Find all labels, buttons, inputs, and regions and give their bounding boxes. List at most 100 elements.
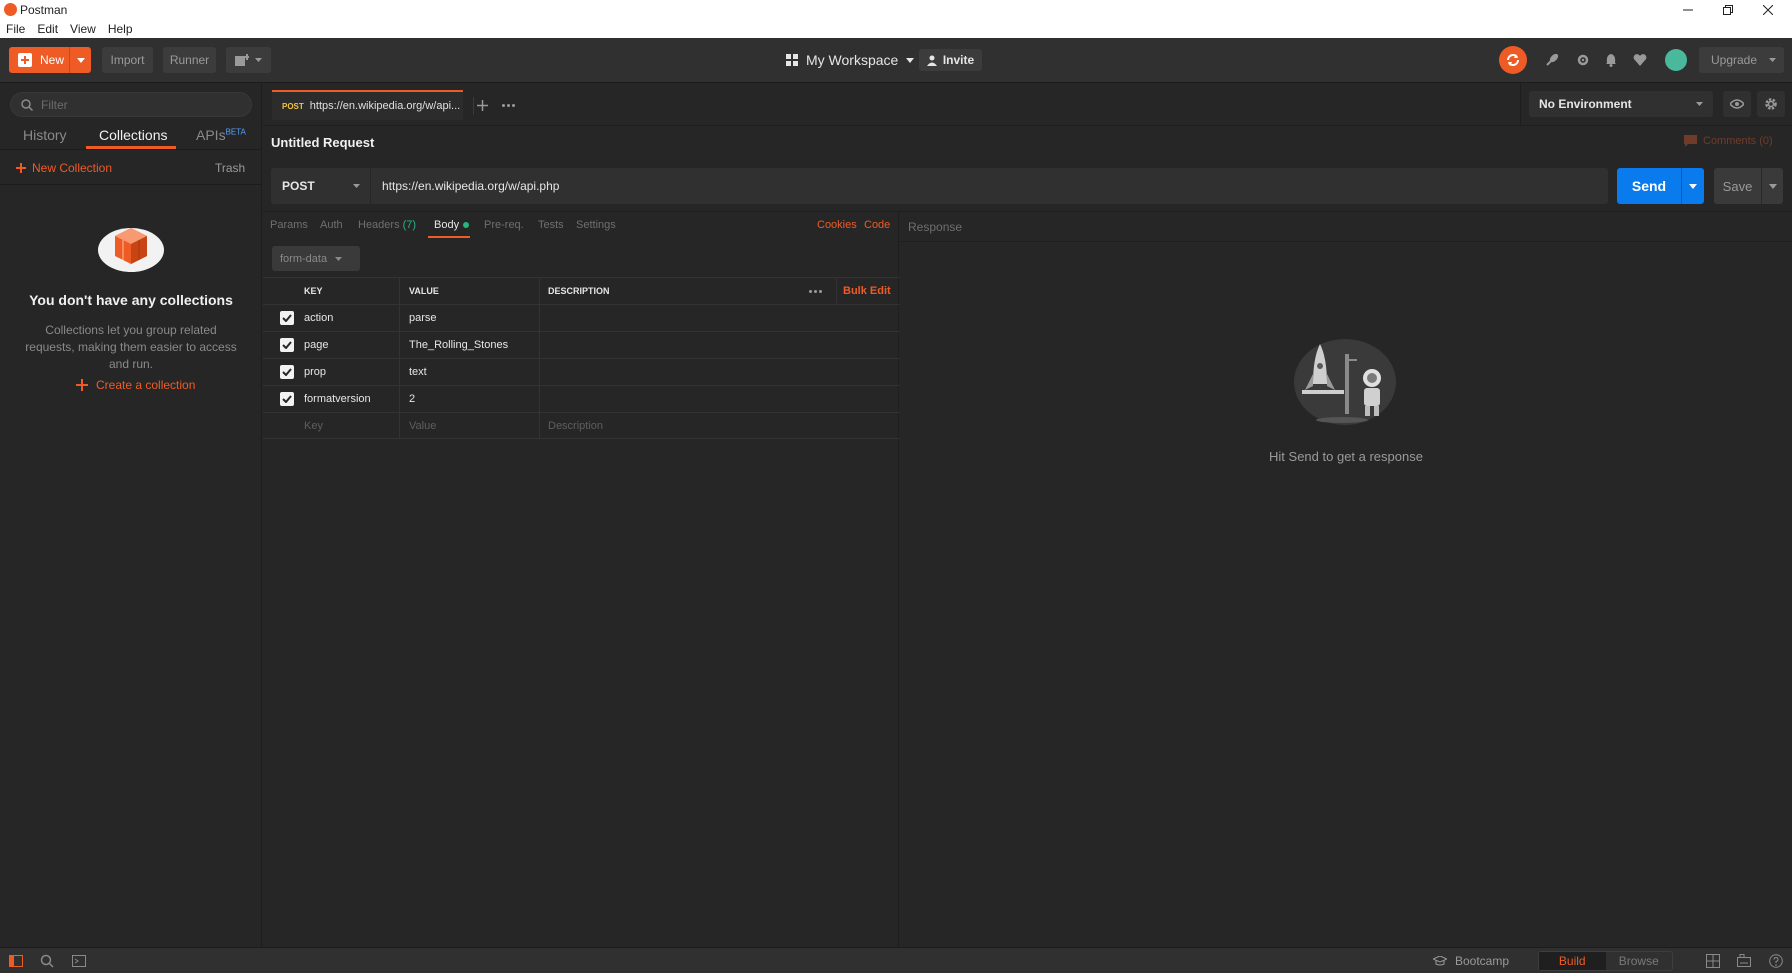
more-options-icon[interactable]	[809, 278, 822, 304]
row-key[interactable]: page	[304, 332, 399, 358]
menu-help[interactable]: Help	[102, 20, 139, 38]
tab-collections[interactable]: Collections	[99, 127, 167, 157]
import-button[interactable]: Import	[102, 47, 153, 73]
divider	[900, 241, 1792, 242]
tab-headers[interactable]: Headers (7)	[358, 219, 416, 231]
runner-button[interactable]: Runner	[163, 47, 216, 73]
menu-file[interactable]: File	[0, 20, 31, 38]
request-tab[interactable]: POST https://en.wikipedia.org/w/api...	[272, 90, 463, 120]
row-description[interactable]	[543, 386, 899, 412]
help-icon[interactable]	[1769, 954, 1783, 968]
filter-input[interactable]: Filter	[10, 92, 252, 117]
tab-body[interactable]: Body	[434, 219, 470, 231]
filter-placeholder: Filter	[41, 97, 68, 112]
create-collection-button[interactable]: Create a collection	[76, 378, 195, 392]
url-input[interactable]: https://en.wikipedia.org/w/api.php	[382, 179, 559, 193]
tab-tests[interactable]: Tests	[538, 219, 564, 231]
bell-icon[interactable]	[1600, 49, 1622, 71]
tab-auth[interactable]: Auth	[320, 219, 343, 231]
environment-selector[interactable]: No Environment	[1529, 91, 1713, 117]
environment-quick-look-button[interactable]	[1723, 91, 1751, 117]
keyboard-shortcuts-icon[interactable]	[1737, 954, 1751, 968]
column-value: VALUE	[409, 286, 439, 296]
satellite-icon[interactable]	[1541, 49, 1563, 71]
restore-icon[interactable]	[1708, 1, 1748, 19]
bootcamp-button[interactable]: Bootcamp	[1433, 954, 1509, 968]
tab-settings[interactable]: Settings	[576, 219, 616, 231]
app-header: New Import Runner My Workspace Invite Up…	[0, 38, 1792, 83]
row-checkbox[interactable]	[280, 365, 294, 379]
minimize-icon[interactable]	[1668, 1, 1708, 19]
new-description-input[interactable]: Description	[543, 413, 899, 439]
divider	[539, 359, 540, 385]
body-type-selector[interactable]: form-data	[272, 246, 360, 271]
trash-link[interactable]: Trash	[215, 161, 245, 175]
toggle-sidebar-icon[interactable]	[9, 954, 23, 968]
tab-apis[interactable]: APIsBETA	[196, 127, 246, 157]
row-checkbox[interactable]	[280, 392, 294, 406]
divider	[399, 305, 400, 331]
upgrade-button[interactable]: Upgrade	[1699, 47, 1784, 73]
row-description[interactable]	[543, 359, 899, 385]
row-key[interactable]: formatversion	[304, 386, 399, 412]
row-description[interactable]	[543, 332, 899, 358]
browse-mode-button[interactable]: Browse	[1606, 952, 1673, 970]
import-button-label: Import	[110, 53, 145, 67]
new-window-button[interactable]	[226, 47, 271, 73]
divider	[539, 278, 540, 304]
send-dropdown-caret-icon[interactable]	[1681, 168, 1704, 204]
new-value-input[interactable]: Value	[404, 413, 538, 439]
tab-history[interactable]: History	[23, 127, 67, 157]
new-tab-icon[interactable]	[471, 94, 493, 116]
table-row: formatversion 2	[263, 385, 899, 412]
save-dropdown-caret-icon[interactable]	[1761, 168, 1783, 204]
heart-icon[interactable]	[1629, 49, 1651, 71]
row-checkbox[interactable]	[280, 311, 294, 325]
table-header-row: KEY VALUE DESCRIPTION Bulk Edit	[263, 277, 899, 304]
manage-environments-button[interactable]	[1757, 91, 1785, 117]
method-selector[interactable]: POST	[271, 168, 371, 204]
row-key[interactable]: action	[304, 305, 399, 331]
save-button[interactable]: Save	[1714, 168, 1783, 204]
column-key: KEY	[304, 286, 323, 296]
request-name[interactable]: Untitled Request	[271, 135, 374, 150]
avatar[interactable]	[1665, 49, 1687, 71]
invite-button[interactable]: Invite	[919, 49, 982, 71]
tab-prereq[interactable]: Pre-req.	[484, 219, 524, 231]
checkmark-icon	[282, 314, 292, 322]
find-replace-icon[interactable]	[40, 954, 54, 968]
new-collection-button[interactable]: New Collection	[16, 161, 112, 175]
bootcamp-label: Bootcamp	[1455, 954, 1510, 968]
workspace-selector[interactable]: My Workspace	[786, 49, 915, 71]
row-description[interactable]	[543, 305, 899, 331]
row-checkbox[interactable]	[280, 338, 294, 352]
upgrade-label: Upgrade	[1711, 53, 1758, 67]
response-pane: Response Hit Send to get a response	[900, 212, 1792, 947]
code-link[interactable]: Code	[864, 219, 890, 231]
send-button[interactable]: Send	[1617, 168, 1704, 204]
row-key[interactable]: prop	[304, 359, 399, 385]
chevron-down-icon	[1696, 102, 1703, 106]
build-mode-button[interactable]: Build	[1539, 952, 1606, 970]
two-pane-view-icon[interactable]	[1706, 954, 1720, 968]
chevron-down-icon	[353, 184, 360, 188]
row-value[interactable]: parse	[404, 305, 538, 331]
new-dropdown-caret-icon[interactable]	[69, 47, 91, 73]
request-tab-title: https://en.wikipedia.org/w/api...	[309, 100, 461, 112]
row-value[interactable]: The_Rolling_Stones	[404, 332, 538, 358]
sync-icon[interactable]	[1499, 46, 1527, 74]
new-key-input[interactable]: Key	[304, 413, 399, 439]
more-tabs-icon[interactable]	[497, 94, 519, 116]
row-value[interactable]: text	[404, 359, 538, 385]
menu-view[interactable]: View	[64, 20, 102, 38]
cookies-link[interactable]: Cookies	[817, 219, 857, 231]
settings-wrench-icon[interactable]	[1572, 49, 1594, 71]
new-button[interactable]: New	[9, 47, 91, 73]
console-icon[interactable]	[72, 954, 86, 968]
bulk-edit-link[interactable]: Bulk Edit	[843, 278, 891, 304]
comments-button[interactable]: Comments (0)	[1684, 135, 1773, 147]
close-window-icon[interactable]	[1748, 1, 1788, 19]
row-value[interactable]: 2	[404, 386, 538, 412]
tab-params[interactable]: Params	[270, 219, 308, 231]
menu-edit[interactable]: Edit	[31, 20, 64, 38]
